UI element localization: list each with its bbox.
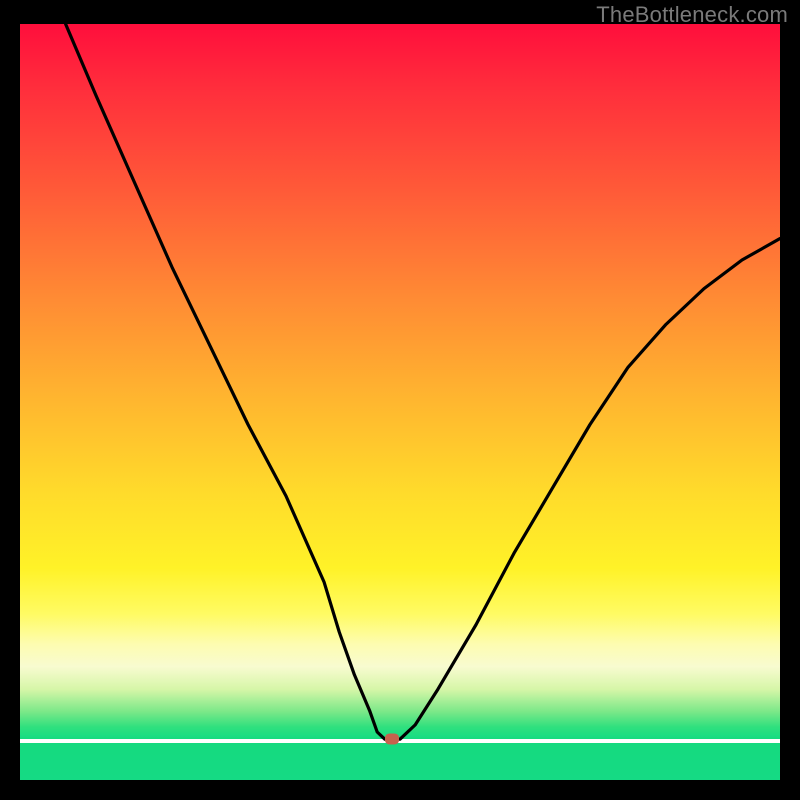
bottleneck-curve <box>20 24 780 780</box>
plot-area <box>20 24 780 780</box>
minimum-marker <box>385 734 399 745</box>
chart-frame: TheBottleneck.com <box>0 0 800 800</box>
watermark-label: TheBottleneck.com <box>596 2 788 28</box>
